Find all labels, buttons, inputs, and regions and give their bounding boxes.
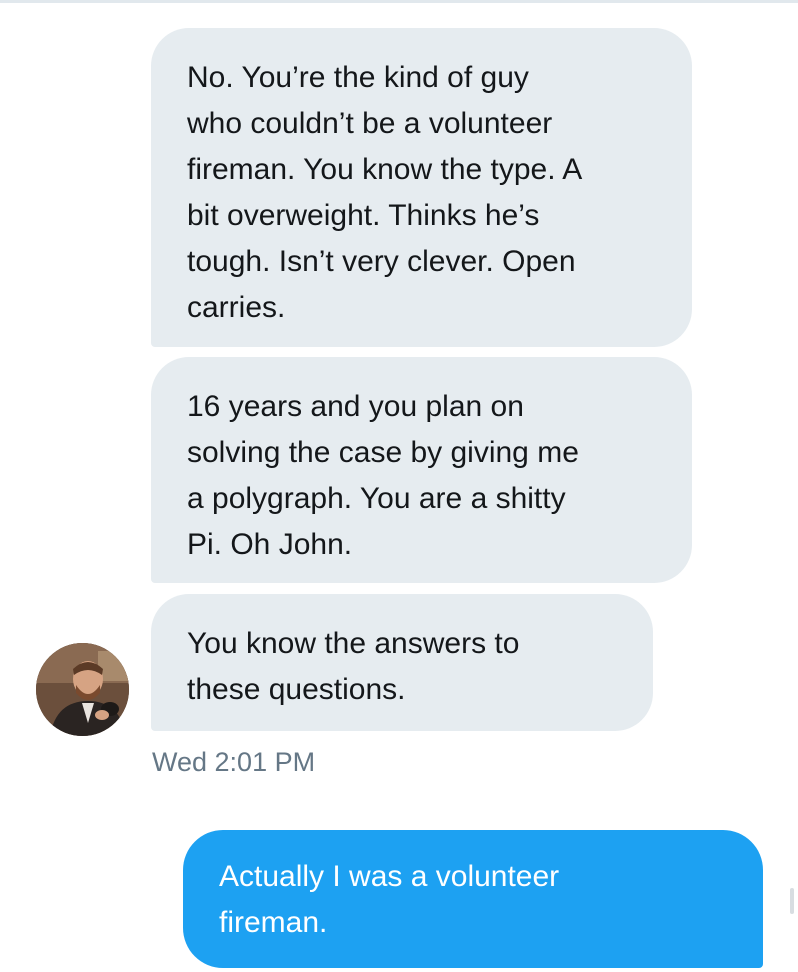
avatar-photo <box>36 643 129 736</box>
outgoing-message-bubble[interactable]: Actually I was a volunteer fireman. <box>183 830 763 968</box>
message-timestamp: Wed 2:01 PM <box>152 747 316 777</box>
incoming-message-bubble[interactable]: No. You’re the kind of guy who couldn’t … <box>151 28 692 347</box>
scrollbar-thumb[interactable] <box>790 888 794 914</box>
sender-avatar[interactable] <box>36 643 129 736</box>
header-divider <box>0 0 798 3</box>
incoming-message-bubble[interactable]: You know the answers to these questions. <box>151 594 653 731</box>
incoming-message-bubble[interactable]: 16 years and you plan on solving the cas… <box>151 357 692 583</box>
